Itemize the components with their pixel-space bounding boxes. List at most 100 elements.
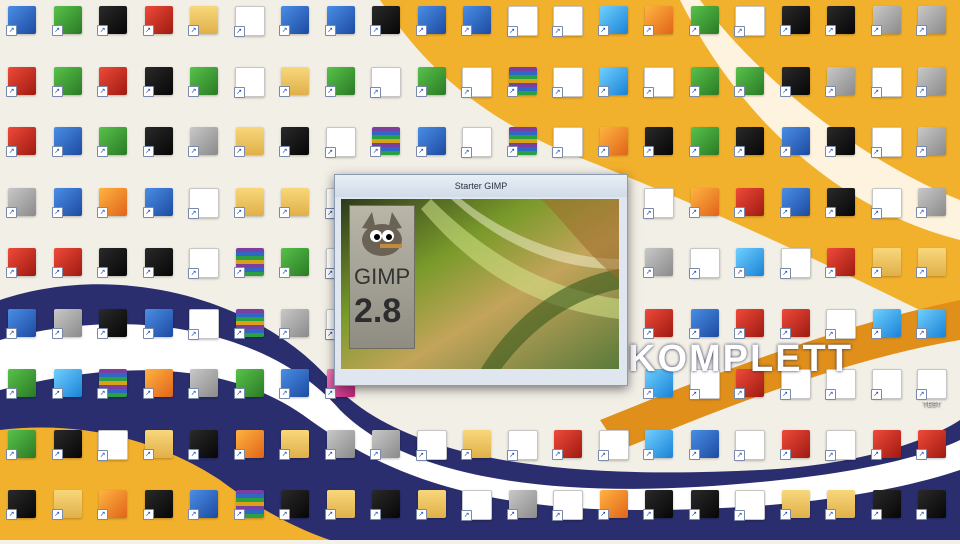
desktop-shortcut[interactable]: ↗	[228, 486, 272, 544]
desktop-shortcut[interactable]: ↗	[46, 63, 90, 121]
desktop-shortcut[interactable]: ↗	[910, 426, 954, 484]
desktop-shortcut[interactable]: ↗	[228, 305, 272, 363]
desktop-shortcut[interactable]: ↗	[91, 365, 135, 423]
desktop-shortcut[interactable]: ↗	[91, 244, 135, 302]
desktop-shortcut[interactable]: ↗	[273, 365, 317, 423]
desktop-shortcut[interactable]: ↗	[865, 365, 909, 423]
desktop-shortcut[interactable]: ↗	[137, 244, 181, 302]
desktop-shortcut[interactable]: ↗	[273, 426, 317, 484]
desktop-shortcut[interactable]: ↗	[410, 486, 454, 544]
desktop-shortcut[interactable]: ↗	[637, 244, 681, 302]
desktop-shortcut[interactable]: ↗	[91, 63, 135, 121]
desktop-shortcut[interactable]: ↗	[0, 2, 44, 60]
desktop-shortcut[interactable]: ↗	[774, 2, 818, 60]
splash-title[interactable]: Starter GIMP	[335, 175, 627, 197]
desktop-shortcut[interactable]: ↗	[683, 486, 727, 544]
desktop-shortcut[interactable]: ↗	[46, 426, 90, 484]
desktop-shortcut[interactable]: ↗	[228, 63, 272, 121]
desktop-shortcut[interactable]: ↗	[501, 426, 545, 484]
desktop-shortcut[interactable]: ↗	[137, 63, 181, 121]
desktop-shortcut[interactable]: ↗	[637, 486, 681, 544]
desktop-shortcut[interactable]: ↗	[683, 244, 727, 302]
desktop-shortcut[interactable]: ↗	[774, 63, 818, 121]
desktop-shortcut[interactable]: ↗	[410, 426, 454, 484]
desktop-shortcut[interactable]: ↗	[46, 305, 90, 363]
desktop-shortcut[interactable]: ↗	[182, 2, 226, 60]
desktop-shortcut[interactable]: ↗	[273, 244, 317, 302]
desktop-shortcut[interactable]: ↗	[182, 184, 226, 242]
desktop-shortcut[interactable]: ↗	[46, 184, 90, 242]
desktop-shortcut[interactable]: ↗	[273, 305, 317, 363]
desktop-shortcut[interactable]: ↗	[137, 305, 181, 363]
desktop-shortcut[interactable]: ↗	[683, 2, 727, 60]
desktop-shortcut[interactable]: ↗	[592, 2, 636, 60]
desktop-shortcut[interactable]: ↗	[592, 426, 636, 484]
desktop-shortcut[interactable]: ↗	[865, 244, 909, 302]
desktop-shortcut[interactable]: ↗	[182, 305, 226, 363]
desktop-shortcut[interactable]: ↗	[273, 486, 317, 544]
desktop-shortcut[interactable]: ↗	[228, 184, 272, 242]
desktop-shortcut[interactable]: ↗	[910, 305, 954, 363]
desktop-shortcut[interactable]: ↗	[865, 305, 909, 363]
desktop-shortcut[interactable]: ↗	[228, 244, 272, 302]
desktop-shortcut[interactable]: ↗	[683, 426, 727, 484]
desktop-shortcut[interactable]: ↗	[273, 63, 317, 121]
desktop-shortcut[interactable]: ↗	[319, 426, 363, 484]
desktop-shortcut[interactable]: ↗	[501, 63, 545, 121]
desktop-shortcut[interactable]: ↗	[364, 426, 408, 484]
desktop-shortcut[interactable]: ↗	[228, 2, 272, 60]
desktop-shortcut[interactable]: ↗	[91, 184, 135, 242]
desktop-shortcut[interactable]: ↗	[546, 2, 590, 60]
desktop-shortcut[interactable]: ↗	[728, 486, 772, 544]
desktop-shortcut[interactable]: ↗	[819, 63, 863, 121]
desktop-shortcut[interactable]: ↗	[910, 63, 954, 121]
desktop-shortcut[interactable]: ↗	[455, 486, 499, 544]
gimp-splash-window[interactable]: Starter GIMP GIMP 2.8	[334, 174, 628, 386]
desktop-shortcut[interactable]: ↗	[0, 365, 44, 423]
desktop-shortcut[interactable]: ↗	[774, 486, 818, 544]
desktop-shortcut[interactable]: ↗	[819, 2, 863, 60]
desktop-shortcut[interactable]: ↗	[819, 426, 863, 484]
desktop-shortcut[interactable]: ↗	[728, 123, 772, 181]
desktop-shortcut[interactable]: ↗	[0, 123, 44, 181]
desktop-shortcut[interactable]: ↗	[46, 486, 90, 544]
desktop-shortcut[interactable]: ↗	[637, 184, 681, 242]
desktop-shortcut[interactable]: ↗	[774, 244, 818, 302]
desktop-shortcut[interactable]: ↗	[774, 123, 818, 181]
desktop-shortcut[interactable]: ↗	[182, 123, 226, 181]
desktop-shortcut[interactable]: ↗	[910, 123, 954, 181]
desktop-shortcut[interactable]: ↗	[273, 123, 317, 181]
desktop-shortcut[interactable]: ↗	[46, 2, 90, 60]
desktop-shortcut[interactable]: ↗	[91, 486, 135, 544]
desktop-shortcut[interactable]: ↗	[0, 63, 44, 121]
desktop-shortcut[interactable]: ↗	[683, 123, 727, 181]
desktop-shortcut[interactable]: ↗	[0, 184, 44, 242]
desktop-shortcut[interactable]: ↗	[546, 426, 590, 484]
desktop-shortcut[interactable]: ↗	[455, 2, 499, 60]
desktop-shortcut[interactable]: ↗	[91, 426, 135, 484]
desktop-shortcut[interactable]: ↗	[455, 426, 499, 484]
desktop-shortcut[interactable]: ↗	[546, 123, 590, 181]
desktop-shortcut[interactable]: ↗	[46, 123, 90, 181]
desktop-shortcut[interactable]: ↗	[910, 486, 954, 544]
desktop-shortcut[interactable]: ↗	[865, 486, 909, 544]
desktop-shortcut[interactable]: ↗	[319, 123, 363, 181]
desktop-shortcut[interactable]: ↗	[865, 426, 909, 484]
desktop-shortcut[interactable]: ↗	[137, 2, 181, 60]
desktop-shortcut[interactable]: ↗	[182, 244, 226, 302]
desktop-shortcut[interactable]: ↗	[273, 2, 317, 60]
desktop-shortcut[interactable]: ↗	[182, 365, 226, 423]
desktop-shortcut[interactable]: ↗	[273, 184, 317, 242]
desktop-shortcut[interactable]: ↗	[819, 123, 863, 181]
desktop-shortcut[interactable]: ↗	[546, 486, 590, 544]
desktop-shortcut[interactable]: ↗	[410, 63, 454, 121]
desktop-shortcut[interactable]: ↗	[137, 365, 181, 423]
desktop-shortcut[interactable]: ↗	[683, 184, 727, 242]
desktop-shortcut[interactable]: ↗	[637, 63, 681, 121]
desktop-shortcut[interactable]: ↗	[774, 184, 818, 242]
desktop-shortcut[interactable]: ↗	[0, 244, 44, 302]
desktop-shortcut[interactable]: ↗	[683, 63, 727, 121]
desktop-shortcut[interactable]: ↗	[0, 305, 44, 363]
desktop-shortcut[interactable]: ↗	[865, 123, 909, 181]
desktop-shortcut[interactable]: ↗	[46, 244, 90, 302]
